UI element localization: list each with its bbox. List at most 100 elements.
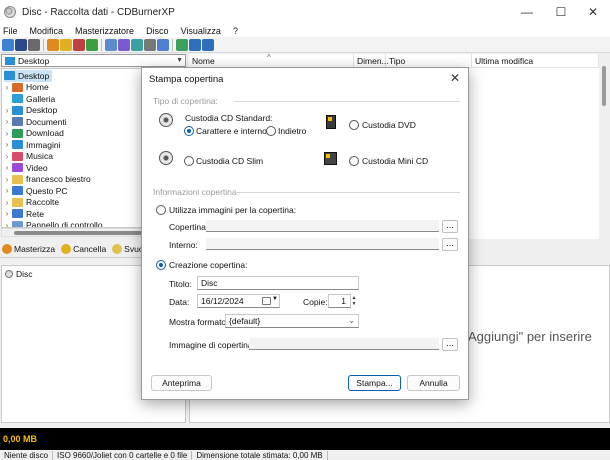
format-select[interactable]: {default} ⌄ bbox=[225, 314, 359, 328]
column-header-size[interactable]: Dimen... bbox=[354, 54, 389, 68]
column-header-name[interactable]: Nome ^ bbox=[189, 53, 354, 68]
column-header-type[interactable]: Tipo bbox=[386, 54, 472, 68]
action-cancella-button[interactable]: Cancella bbox=[61, 243, 106, 254]
expand-chevron-icon[interactable]: › bbox=[2, 163, 12, 172]
chevron-down-icon[interactable]: ▼ bbox=[272, 296, 278, 302]
menu-bar: File Modifica Masterizzatore Disco Visua… bbox=[0, 24, 610, 37]
expand-chevron-icon[interactable]: › bbox=[2, 186, 12, 195]
menu-modifica[interactable]: Modifica bbox=[30, 26, 64, 36]
preview-button[interactable]: Anteprima bbox=[151, 375, 212, 391]
browse-image-button[interactable]: ... bbox=[442, 338, 458, 351]
maximize-button[interactable]: ☐ bbox=[544, 0, 578, 24]
print-icon[interactable] bbox=[28, 38, 40, 51]
column-header-modified[interactable]: Ultima modifica bbox=[472, 54, 599, 68]
tree-item[interactable]: › Desktop bbox=[2, 105, 58, 117]
action-masterizza-button[interactable]: Masterizza bbox=[2, 243, 55, 254]
tree-item[interactable]: › Questo PC bbox=[2, 185, 68, 197]
tree-item[interactable]: › Immagini bbox=[2, 139, 61, 151]
menu-file[interactable]: File bbox=[3, 26, 18, 36]
create-cover-label[interactable]: Creazione copertina: bbox=[169, 260, 247, 270]
expand-chevron-icon[interactable]: › bbox=[2, 140, 12, 149]
expand-chevron-icon[interactable]: › bbox=[2, 209, 12, 218]
disc-root-item[interactable]: Disc bbox=[5, 269, 33, 279]
title-input[interactable]: Disc bbox=[197, 276, 359, 290]
slim-label[interactable]: Custodia CD Slim bbox=[196, 156, 263, 166]
expand-chevron-icon[interactable]: › bbox=[2, 221, 12, 227]
browse-cover-button[interactable]: ... bbox=[442, 220, 458, 233]
tree-item[interactable]: › Rete bbox=[2, 208, 44, 220]
toolbar-separator bbox=[172, 38, 173, 51]
cancel-button[interactable]: Annulla bbox=[407, 375, 460, 391]
copies-spinner[interactable]: ▲ ▼ bbox=[350, 295, 358, 307]
radio-slim[interactable] bbox=[184, 156, 194, 166]
use-images-label[interactable]: Utilizza immagini per la copertina: bbox=[169, 205, 296, 215]
tree-item[interactable]: › Home bbox=[2, 82, 49, 94]
save-icon[interactable] bbox=[15, 38, 27, 51]
menu-disco[interactable]: Disco bbox=[146, 26, 169, 36]
scrollbar-thumb[interactable] bbox=[602, 66, 606, 106]
radio-front-inner[interactable] bbox=[184, 126, 194, 136]
calendar-icon[interactable] bbox=[262, 297, 271, 305]
desktop-icon bbox=[4, 71, 15, 81]
minimize-button[interactable]: — bbox=[510, 0, 544, 24]
menu-visualizza[interactable]: Visualizza bbox=[181, 26, 221, 36]
expand-chevron-icon[interactable]: › bbox=[2, 117, 12, 126]
settings-icon[interactable] bbox=[157, 38, 169, 51]
tree-item[interactable]: › Video bbox=[2, 162, 48, 174]
expand-chevron-icon[interactable]: › bbox=[2, 152, 12, 161]
disc-icon[interactable] bbox=[73, 38, 85, 51]
tree-item[interactable]: › Download bbox=[2, 128, 64, 140]
expand-chevron-icon[interactable]: › bbox=[2, 198, 12, 207]
info-icon[interactable] bbox=[202, 38, 214, 51]
radio-dvd[interactable] bbox=[349, 120, 359, 130]
standard-case-label: Custodia CD Standard: bbox=[185, 113, 273, 123]
audio-icon[interactable] bbox=[131, 38, 143, 51]
menu-help[interactable]: ? bbox=[233, 26, 238, 36]
browse-inner-button[interactable]: ... bbox=[442, 238, 458, 251]
dvd-drive-icon[interactable] bbox=[118, 38, 130, 51]
radio-mini[interactable] bbox=[349, 156, 359, 166]
tree-item[interactable]: › Documenti bbox=[2, 116, 67, 128]
dvd-label[interactable]: Custodia DVD bbox=[362, 120, 416, 130]
address-combobox[interactable]: Desktop ▼ bbox=[1, 54, 186, 67]
expand-chevron-icon[interactable]: › bbox=[2, 83, 12, 92]
tree-item[interactable]: Desktop bbox=[4, 70, 53, 82]
close-window-button[interactable]: ✕ bbox=[576, 0, 610, 24]
print-button[interactable]: Stampa... bbox=[348, 375, 401, 391]
front-inner-label[interactable]: Carattere e interno bbox=[196, 126, 267, 136]
cover-path-field[interactable] bbox=[206, 220, 439, 232]
refresh-icon[interactable] bbox=[86, 38, 98, 51]
burn-icon[interactable] bbox=[47, 38, 59, 51]
expand-chevron-icon[interactable]: › bbox=[2, 129, 12, 138]
new-icon[interactable] bbox=[2, 38, 14, 51]
tree-item[interactable]: › Musica bbox=[2, 151, 53, 163]
back-label[interactable]: Indietro bbox=[278, 126, 306, 136]
options-icon[interactable] bbox=[144, 38, 156, 51]
cover-image-field[interactable] bbox=[249, 338, 439, 350]
world-icon[interactable] bbox=[176, 38, 188, 51]
chevron-down-icon[interactable]: ⌄ bbox=[348, 316, 355, 325]
disc-icon bbox=[5, 270, 13, 278]
scrollbar-thumb[interactable] bbox=[14, 231, 142, 235]
tree-item[interactable]: › francesco biestro bbox=[2, 174, 91, 186]
chevron-down-icon[interactable]: ▼ bbox=[176, 57, 183, 64]
tree-item[interactable]: Galleria bbox=[2, 93, 55, 105]
radio-create-cover[interactable] bbox=[156, 260, 166, 270]
copies-input[interactable]: 1 bbox=[328, 294, 351, 308]
file-list-vertical-scrollbar[interactable] bbox=[599, 54, 610, 239]
tree-item-label: Download bbox=[26, 128, 64, 139]
inner-path-field[interactable] bbox=[206, 238, 439, 250]
tree-item-label: Video bbox=[26, 162, 48, 173]
tree-item[interactable]: › Pannello di controllo bbox=[2, 220, 103, 227]
tree-item[interactable]: › Raccolte bbox=[2, 197, 59, 209]
expand-chevron-icon[interactable]: › bbox=[2, 175, 12, 184]
erase-icon[interactable] bbox=[60, 38, 72, 51]
mini-label[interactable]: Custodia Mini CD bbox=[362, 156, 428, 166]
dialog-close-button[interactable]: ✕ bbox=[450, 71, 460, 85]
menu-masterizzatore[interactable]: Masterizzatore bbox=[75, 26, 134, 36]
radio-use-images[interactable] bbox=[156, 205, 166, 215]
help-icon[interactable] bbox=[189, 38, 201, 51]
cd-drive-icon[interactable] bbox=[105, 38, 117, 51]
expand-chevron-icon[interactable]: › bbox=[2, 106, 12, 115]
radio-back[interactable] bbox=[266, 126, 276, 136]
